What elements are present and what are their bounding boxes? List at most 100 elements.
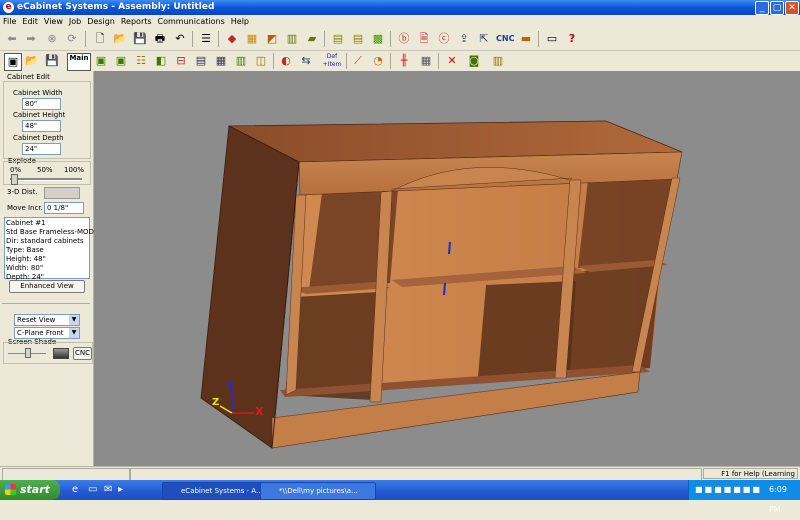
task-pictures[interactable]: *\\Dell\my pictures\a... — [260, 482, 376, 500]
outlook-icon[interactable]: ✉ — [104, 484, 116, 496]
dimension-icon[interactable]: ⇆ — [298, 53, 314, 69]
windows-logo-icon — [5, 484, 16, 495]
rotate-icon[interactable]: ◐ — [278, 53, 294, 69]
folder-icon[interactable]: ▭ — [88, 484, 100, 496]
3d-viewport[interactable]: Y X Z — [94, 71, 800, 466]
back-arrow-icon[interactable]: ⬅ — [4, 31, 20, 47]
flag-icon[interactable]: ▬ — [518, 31, 534, 47]
save-cabinet-icon[interactable]: 💾 — [44, 53, 60, 69]
material-icon[interactable]: ▦ — [244, 31, 260, 47]
status-help-text: F1 for Help (Learning Mode ON) — [703, 468, 798, 489]
menu-communications[interactable]: Communications — [155, 15, 228, 28]
report-b-icon[interactable]: ⓑ — [396, 31, 412, 47]
shelf-icon[interactable]: ⊟ — [173, 53, 189, 69]
task-ecabinet[interactable]: eCabinet Systems - A... — [162, 482, 276, 500]
paint-icon[interactable]: ◆ — [224, 31, 240, 47]
menu-reports[interactable]: Reports — [118, 15, 155, 28]
save-icon[interactable]: 💾 — [132, 31, 148, 47]
cabinet-width-input[interactable]: 80" — [22, 98, 61, 110]
move-incr-input[interactable]: 0 1/8" — [44, 202, 84, 214]
minimize-button[interactable]: _ — [755, 1, 769, 15]
chevron-down-icon[interactable]: ▼ — [69, 315, 79, 325]
explode-tick-100: 100% — [64, 166, 85, 174]
parts-list-icon[interactable]: ▤ — [350, 31, 366, 47]
settings-sliders-icon[interactable]: ☰ — [198, 31, 214, 47]
cabinet-depth-input[interactable]: 24" — [22, 143, 61, 155]
menu-job[interactable]: Job — [66, 15, 84, 28]
menu-view[interactable]: View — [41, 15, 66, 28]
window-title: eCabinet Systems - Assembly: Untitled — [17, 2, 215, 12]
base-cabinet-icon[interactable]: ▣ — [93, 53, 109, 69]
taskbar: start e ▭ ✉ ▸ eCabinet Systems - A... *\… — [0, 480, 800, 514]
enhanced-view-button[interactable]: Enhanced View — [9, 280, 85, 293]
def-item-button[interactable]: Def +Item — [321, 53, 343, 69]
3d-dist-input[interactable] — [44, 187, 80, 199]
menu-help[interactable]: Help — [228, 15, 252, 28]
explode-slider-track — [10, 178, 82, 181]
explode-slider-thumb[interactable] — [11, 174, 18, 185]
chevron-down-icon[interactable]: ▼ — [69, 328, 79, 338]
line-tool-icon[interactable]: ⟋ — [350, 53, 366, 69]
cabinet-width-label: Cabinet Width — [13, 89, 63, 97]
grid-icon[interactable]: ▩ — [370, 31, 386, 47]
print-icon[interactable]: 🖶 — [152, 31, 168, 47]
menu-file[interactable]: File — [0, 15, 19, 28]
forward-arrow-icon[interactable]: ➡ — [23, 31, 39, 47]
molding-icon[interactable]: ◫ — [253, 53, 269, 69]
view-select[interactable]: Reset View ▼ — [14, 314, 80, 326]
delete-icon[interactable]: ✕ — [444, 53, 460, 69]
refresh-icon[interactable]: ⟳ — [64, 31, 80, 47]
end-panel-icon[interactable]: ◧ — [153, 53, 169, 69]
report-page-icon[interactable]: 🗎 — [416, 31, 432, 47]
axis-y-label: Y — [227, 381, 235, 392]
help-icon[interactable]: ? — [564, 31, 580, 47]
new-file-icon[interactable]: 🗋 — [92, 31, 108, 47]
curve-tool-icon[interactable]: ◔ — [370, 53, 386, 69]
start-button[interactable]: start — [0, 480, 60, 500]
wall-cabinet-icon[interactable]: ▣ — [113, 53, 129, 69]
cabinet-info-box: Cabinet #1 Std Base Frameless-MOD1 Dir: … — [4, 217, 99, 281]
shade-slider-thumb[interactable] — [25, 348, 31, 358]
face-frame-icon[interactable]: ▥ — [233, 53, 249, 69]
door-style-icon[interactable]: ▥ — [284, 31, 300, 47]
camera-icon[interactable]: ◙ — [466, 53, 482, 69]
undo-icon[interactable]: ↶ — [172, 31, 188, 47]
cabinet-library-icon[interactable]: ▤ — [330, 31, 346, 47]
close-button[interactable]: ✕ — [785, 1, 799, 15]
menu-design[interactable]: Design — [84, 15, 118, 28]
screen-layout-icon[interactable]: ▣ — [4, 53, 22, 71]
cabinet-height-input[interactable]: 48" — [22, 120, 61, 132]
report-c-icon[interactable]: ⓒ — [436, 31, 452, 47]
stop-icon[interactable]: ⊗ — [44, 31, 60, 47]
countertop-icon[interactable]: ▰ — [304, 31, 320, 47]
shade-swatch[interactable] — [53, 348, 69, 359]
app-icon[interactable]: e — [3, 2, 14, 13]
ie-icon[interactable]: e — [72, 484, 84, 496]
cnc-toolbar-button[interactable]: CNC — [496, 34, 514, 43]
tray-icons[interactable]: ■■■■■■■ — [695, 485, 765, 495]
media-icon[interactable]: ▸ — [118, 484, 130, 496]
cnc-button[interactable]: CNC — [73, 347, 92, 360]
drawer-icon[interactable]: ☷ — [133, 53, 149, 69]
3d-dist-label: 3-D Dist. — [7, 188, 38, 196]
toolbar-design: ▣ 📂 💾 Main ▣ ▣ ☷ ◧ ⊟ ▤ ▦ ▥ ◫ ◐ ⇆ Def +It… — [0, 51, 800, 72]
grid-snap-icon[interactable]: ▦ — [418, 53, 434, 69]
selection-marker — [443, 282, 446, 296]
door-icon[interactable]: ▤ — [193, 53, 209, 69]
open-folder-icon[interactable]: 📂 — [112, 31, 128, 47]
maximize-button[interactable]: ▢ — [770, 1, 784, 15]
hardware-icon[interactable]: ▦ — [213, 53, 229, 69]
monitor-icon[interactable]: ▭ — [544, 31, 560, 47]
info-line: Cabinet #1 — [6, 219, 46, 227]
upload-icon[interactable]: ⇪ — [456, 31, 472, 47]
menu-edit[interactable]: Edit — [19, 15, 41, 28]
export-icon[interactable]: ⇱ — [476, 31, 492, 47]
edgeband-icon[interactable]: ◩ — [264, 31, 280, 47]
layout-icon[interactable]: ▥ — [490, 53, 506, 69]
main-button[interactable]: Main — [67, 53, 91, 71]
info-line: Width: 80" — [6, 264, 44, 272]
divider-icon[interactable]: ╫ — [396, 53, 412, 69]
info-line: Height: 48" — [6, 255, 46, 263]
open-cabinet-icon[interactable]: 📂 — [24, 53, 40, 69]
info-line: Std Base Frameless-MOD1 — [6, 228, 99, 236]
